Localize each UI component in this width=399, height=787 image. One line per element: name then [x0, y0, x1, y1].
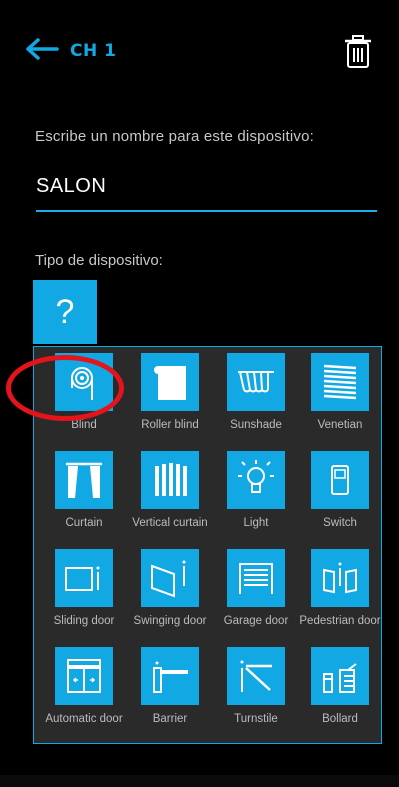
tile-label: Turnstile	[234, 713, 278, 725]
venetian-icon	[311, 353, 369, 411]
sliding-door-icon	[55, 549, 113, 607]
tile-label: Barrier	[152, 713, 188, 725]
light-icon	[227, 451, 285, 509]
back-button[interactable]: CH 1	[24, 36, 124, 66]
device-type-grid: Blind Roller blind Sunshade Venetian Cur…	[33, 346, 382, 744]
trash-icon	[342, 35, 374, 74]
device-type-barrier[interactable]: Barrier	[128, 647, 212, 727]
bottom-bar	[0, 775, 399, 787]
header: CH 1	[0, 0, 399, 100]
device-type-automatic-door[interactable]: Automatic door	[42, 647, 126, 727]
pedestrian-door-icon	[311, 549, 369, 607]
device-type-pedestrian-door[interactable]: Pedestrian door	[298, 549, 382, 629]
device-name-input[interactable]	[36, 168, 377, 212]
tile-label: Vertical curtain	[132, 517, 208, 529]
vertical-curtain-icon	[141, 451, 199, 509]
switch-icon	[311, 451, 369, 509]
device-type-roller-blind[interactable]: Roller blind	[128, 353, 212, 433]
device-type-switch[interactable]: Switch	[298, 451, 382, 531]
tile-label: Garage door	[223, 615, 289, 627]
tile-label: Roller blind	[141, 419, 199, 431]
device-type-vertical-curtain[interactable]: Vertical curtain	[128, 451, 212, 531]
blind-icon	[55, 353, 113, 411]
arrow-left-icon	[24, 37, 60, 66]
tile-label: Light	[243, 517, 269, 529]
tile-label: Swinging door	[133, 615, 207, 627]
bollard-icon	[311, 647, 369, 705]
tile-label: Blind	[71, 419, 97, 431]
tile-label: Pedestrian door	[299, 615, 381, 627]
device-type-blind[interactable]: Blind	[42, 353, 126, 433]
device-type-curtain[interactable]: Curtain	[42, 451, 126, 531]
tile-label: Switch	[323, 517, 357, 529]
device-type-garage-door[interactable]: Garage door	[214, 549, 298, 629]
device-type-bollard[interactable]: Bollard	[298, 647, 382, 727]
device-type-sliding-door[interactable]: Sliding door	[42, 549, 126, 629]
tile-label: Bollard	[322, 713, 358, 725]
curtain-icon	[55, 451, 113, 509]
garage-door-icon	[227, 549, 285, 607]
page-title: CH 1	[70, 41, 117, 61]
device-type-selector[interactable]: ?	[33, 280, 97, 344]
device-type-light[interactable]: Light	[214, 451, 298, 531]
tile-label: Curtain	[65, 517, 103, 529]
tile-label: Sliding door	[53, 615, 115, 627]
swinging-door-icon	[141, 549, 199, 607]
device-type-swinging-door[interactable]: Swinging door	[128, 549, 212, 629]
automatic-door-icon	[55, 647, 113, 705]
device-type-turnstile[interactable]: Turnstile	[214, 647, 298, 727]
roller-blind-icon	[141, 353, 199, 411]
tile-label: Venetian	[317, 419, 363, 431]
tile-label: Automatic door	[45, 713, 123, 725]
question-mark-icon: ?	[55, 292, 75, 331]
device-type-sunshade[interactable]: Sunshade	[214, 353, 298, 433]
sunshade-icon	[227, 353, 285, 411]
turnstile-icon	[227, 647, 285, 705]
name-label: Escribe un nombre para este dispositivo:	[35, 128, 314, 145]
type-label: Tipo de dispositivo:	[35, 252, 163, 269]
barrier-icon	[141, 647, 199, 705]
tile-label: Sunshade	[230, 419, 282, 431]
delete-button[interactable]	[342, 34, 374, 70]
device-type-venetian[interactable]: Venetian	[298, 353, 382, 433]
